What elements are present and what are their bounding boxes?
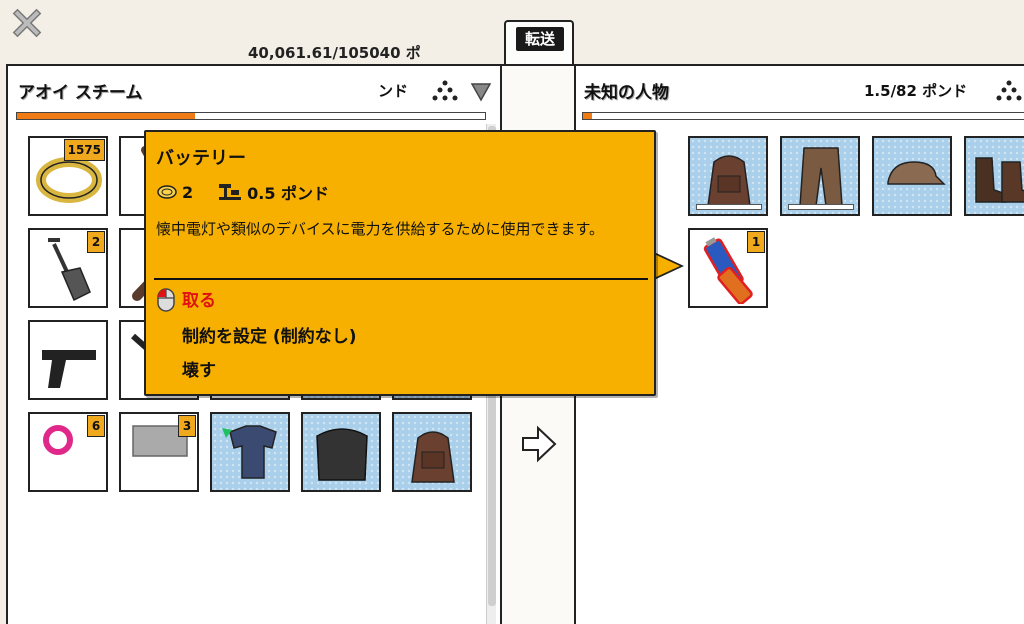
item-quantity-badge: 6 (87, 415, 105, 437)
tooltip-divider (154, 278, 648, 280)
destroy-action[interactable]: 壊す (182, 356, 216, 381)
tooltip-value: 2 (182, 182, 194, 202)
tooltip-item-name: バッテリー (156, 148, 246, 169)
inventory-slot[interactable] (210, 412, 290, 492)
set-limit-action[interactable]: 制約を設定 (制約なし) (182, 322, 356, 347)
item-quantity-badge: 1575 (63, 139, 105, 161)
weight-scale-icon (219, 184, 242, 200)
player-weight: 40,061.61/105040 ポ (248, 44, 421, 62)
tooltip-pointer-fill (654, 254, 680, 278)
inventory-slot[interactable] (28, 320, 108, 400)
inventory-slot[interactable] (872, 136, 952, 216)
item-tooltip: バッテリー 2 0.5 ポンド 懐中電灯や類似のデバイスに電力を供給するために使… (144, 130, 656, 396)
backpack-icon (411, 431, 455, 483)
transfer-tab-label: 転送 (516, 27, 564, 51)
pants-icon (799, 147, 843, 207)
pistol-icon (42, 350, 96, 388)
inventory-slot[interactable]: 1 (688, 228, 768, 308)
item-quantity-badge: 2 (87, 231, 105, 253)
inventory-slot[interactable] (780, 136, 860, 216)
inventory-slot[interactable]: 3 (119, 412, 199, 492)
tooltip-description: 懐中電灯や類似のデバイスに電力を供給するために使用できます。 (156, 220, 605, 238)
sort-icon[interactable] (432, 80, 458, 102)
item-quantity-badge: 1 (747, 231, 765, 253)
stranger-weight: 1.5/82 ポンド (864, 82, 968, 100)
coin-icon (157, 185, 177, 199)
stranger-weight-bar (582, 112, 1024, 120)
tab-transfer[interactable]: 転送 (504, 20, 574, 64)
inventory-slot[interactable] (301, 412, 381, 492)
boots-icon (975, 157, 1024, 203)
durability-bar (696, 204, 762, 210)
player-name: アオイ スチーム (18, 83, 143, 103)
durability-bar (788, 204, 854, 210)
inventory-slot[interactable] (688, 136, 768, 216)
chevron-down-icon[interactable] (470, 82, 492, 102)
tooltip-stats: 2 0.5 ポンド (156, 180, 329, 204)
inventory-slot[interactable]: 2 (28, 228, 108, 308)
take-action[interactable]: 取る (182, 286, 216, 311)
tooltip-weight: 0.5 ポンド (247, 184, 330, 203)
stranger-weight-bar-fill (583, 113, 592, 119)
shirt-icon (222, 425, 277, 479)
stranger-name: 未知の人物 (584, 83, 669, 103)
player-weight-bar-fill (17, 113, 195, 119)
inventory-slot[interactable]: 1575 (28, 136, 108, 216)
sort-icon[interactable] (996, 80, 1022, 102)
transfer-right-arrow-icon[interactable] (520, 424, 558, 464)
item-quantity-badge: 3 (178, 415, 196, 437)
mouse-left-click-icon (157, 288, 175, 312)
inventory-slot[interactable]: 6 (28, 412, 108, 492)
player-weight-bar (16, 112, 486, 120)
player-weight-suffix: ンド (378, 82, 409, 100)
vest-icon (316, 428, 368, 481)
close-icon[interactable] (8, 4, 46, 42)
inventory-slot[interactable] (392, 412, 472, 492)
inventory-slot[interactable] (964, 136, 1024, 216)
cap-icon (887, 161, 946, 185)
backpack-icon (707, 155, 751, 207)
